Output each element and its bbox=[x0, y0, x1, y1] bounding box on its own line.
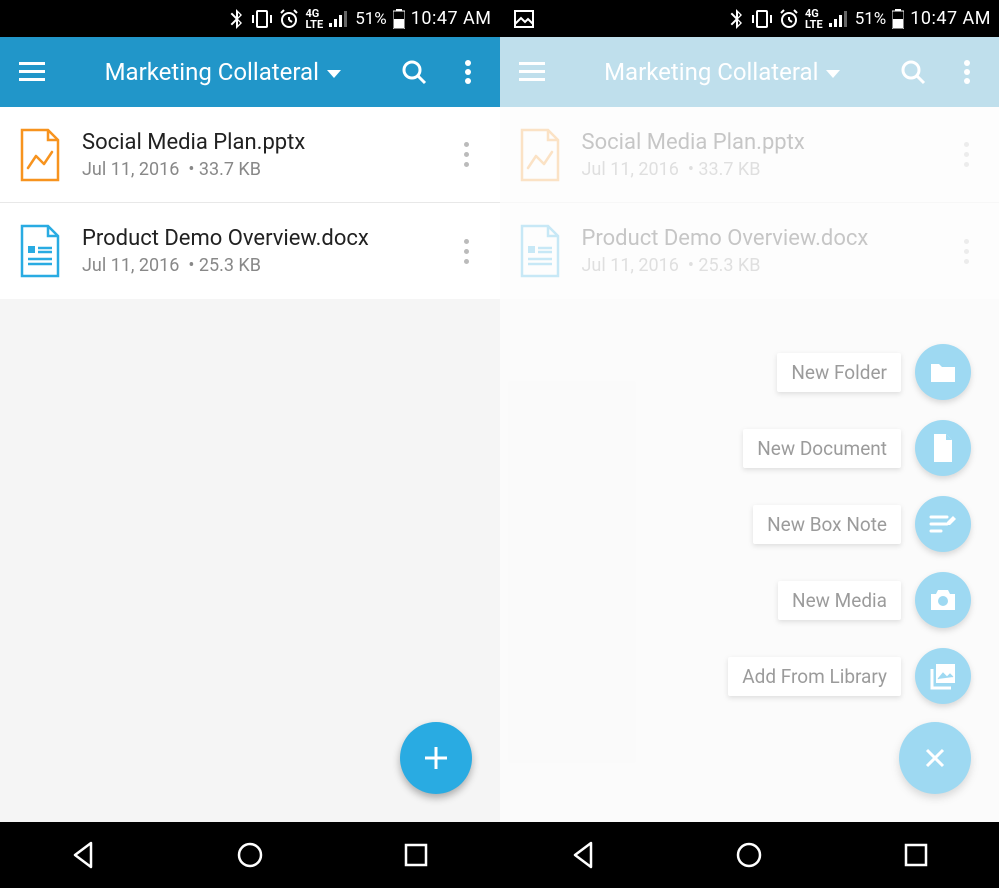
docx-file-icon bbox=[518, 224, 562, 278]
file-row[interactable]: Product Demo Overview.docx Jul 11, 2016 … bbox=[500, 203, 999, 299]
phone-right: 4GLTE 51% 10:47 AM Marketing Collateral bbox=[500, 0, 999, 888]
nav-recent-icon[interactable] bbox=[886, 835, 946, 875]
android-nav-bar bbox=[500, 822, 999, 888]
file-name: Social Media Plan.pptx bbox=[582, 130, 932, 155]
file-name: Product Demo Overview.docx bbox=[82, 226, 432, 251]
vibrate-icon bbox=[251, 10, 273, 28]
fab-item-new-box-note[interactable]: New Box Note bbox=[753, 496, 971, 552]
file-meta: Social Media Plan.pptx Jul 11, 2016 • 33… bbox=[582, 130, 932, 180]
file-row[interactable]: Social Media Plan.pptx Jul 11, 2016 • 33… bbox=[500, 107, 999, 203]
bluetooth-icon bbox=[729, 9, 745, 29]
network-4g-lte-icon: 4GLTE bbox=[805, 8, 823, 30]
alarm-icon bbox=[279, 9, 299, 29]
signal-icon bbox=[829, 11, 849, 27]
folder-icon bbox=[915, 344, 971, 400]
chevron-down-icon bbox=[327, 70, 341, 78]
network-4g-lte-icon: 4GLTE bbox=[305, 8, 323, 30]
camera-icon bbox=[915, 572, 971, 628]
vibrate-icon bbox=[751, 10, 773, 28]
pptx-file-icon bbox=[518, 128, 562, 182]
folder-title-dropdown[interactable]: Marketing Collateral bbox=[64, 58, 382, 86]
chevron-down-icon bbox=[826, 70, 840, 78]
file-list: Social Media Plan.pptx Jul 11, 2016 • 33… bbox=[500, 107, 999, 299]
battery-icon bbox=[892, 9, 904, 29]
file-sub: Jul 11, 2016 • 33.7 KB bbox=[582, 159, 932, 180]
file-sub: Jul 11, 2016 • 33.7 KB bbox=[82, 159, 432, 180]
nav-back-icon[interactable] bbox=[53, 835, 113, 875]
status-time: 10:47 AM bbox=[910, 8, 991, 29]
library-icon bbox=[915, 648, 971, 704]
bluetooth-icon bbox=[229, 9, 245, 29]
file-meta: Social Media Plan.pptx Jul 11, 2016 • 33… bbox=[82, 130, 432, 180]
image-notification-icon bbox=[514, 10, 534, 28]
file-overflow-icon[interactable] bbox=[951, 239, 981, 264]
file-list: Social Media Plan.pptx Jul 11, 2016 • 33… bbox=[0, 107, 500, 299]
file-overflow-icon[interactable] bbox=[951, 142, 981, 167]
fab-label: Add From Library bbox=[728, 657, 901, 696]
hamburger-menu-icon[interactable] bbox=[510, 50, 554, 94]
file-meta: Product Demo Overview.docx Jul 11, 2016 … bbox=[582, 226, 932, 276]
folder-title-text: Marketing Collateral bbox=[604, 58, 818, 86]
fab-add-button[interactable] bbox=[400, 722, 472, 794]
overflow-menu-icon[interactable] bbox=[945, 50, 989, 94]
fab-speed-dial: New Folder New Document New Box Note New… bbox=[728, 344, 971, 704]
nav-home-icon[interactable] bbox=[719, 835, 779, 875]
phone-left: 4GLTE 51% 10:47 AM Marketing Collateral bbox=[0, 0, 500, 888]
fab-label: New Document bbox=[743, 429, 901, 468]
content-area: New Folder New Document New Box Note New… bbox=[500, 299, 999, 822]
side-by-side-screenshots: 4GLTE 51% 10:47 AM Marketing Collateral bbox=[0, 0, 999, 888]
nav-back-icon[interactable] bbox=[553, 835, 613, 875]
nav-recent-icon[interactable] bbox=[386, 835, 446, 875]
nav-home-icon[interactable] bbox=[220, 835, 280, 875]
fab-close-button[interactable] bbox=[899, 722, 971, 794]
app-bar: Marketing Collateral bbox=[0, 37, 500, 107]
folder-title-text: Marketing Collateral bbox=[105, 58, 319, 86]
battery-percent: 51% bbox=[355, 9, 387, 29]
pptx-file-icon bbox=[18, 128, 62, 182]
overflow-menu-icon[interactable] bbox=[446, 50, 490, 94]
battery-percent: 51% bbox=[855, 9, 887, 29]
fab-label: New Folder bbox=[777, 353, 901, 392]
app-bar: Marketing Collateral bbox=[500, 37, 999, 107]
fab-item-new-folder[interactable]: New Folder bbox=[777, 344, 971, 400]
file-sub: Jul 11, 2016 • 25.3 KB bbox=[82, 255, 432, 276]
fab-item-add-from-library[interactable]: Add From Library bbox=[728, 648, 971, 704]
fab-item-new-document[interactable]: New Document bbox=[743, 420, 971, 476]
android-nav-bar bbox=[0, 822, 500, 888]
file-name: Product Demo Overview.docx bbox=[582, 226, 932, 251]
content-area bbox=[0, 299, 500, 822]
file-row[interactable]: Social Media Plan.pptx Jul 11, 2016 • 33… bbox=[0, 107, 500, 203]
file-overflow-icon[interactable] bbox=[452, 239, 482, 264]
note-icon bbox=[915, 496, 971, 552]
alarm-icon bbox=[779, 9, 799, 29]
hamburger-menu-icon[interactable] bbox=[10, 50, 54, 94]
fab-item-new-media[interactable]: New Media bbox=[778, 572, 971, 628]
file-meta: Product Demo Overview.docx Jul 11, 2016 … bbox=[82, 226, 432, 276]
fab-label: New Box Note bbox=[753, 505, 901, 544]
status-bar: 4GLTE 51% 10:47 AM bbox=[0, 0, 500, 37]
battery-icon bbox=[393, 9, 405, 29]
status-bar: 4GLTE 51% 10:47 AM bbox=[500, 0, 999, 37]
signal-icon bbox=[329, 11, 349, 27]
folder-title-dropdown[interactable]: Marketing Collateral bbox=[564, 58, 882, 86]
fab-label: New Media bbox=[778, 581, 901, 620]
search-icon[interactable] bbox=[392, 50, 436, 94]
document-icon bbox=[915, 420, 971, 476]
file-overflow-icon[interactable] bbox=[452, 142, 482, 167]
status-time: 10:47 AM bbox=[411, 8, 492, 29]
file-sub: Jul 11, 2016 • 25.3 KB bbox=[582, 255, 932, 276]
search-icon[interactable] bbox=[891, 50, 935, 94]
docx-file-icon bbox=[18, 224, 62, 278]
file-name: Social Media Plan.pptx bbox=[82, 130, 432, 155]
file-row[interactable]: Product Demo Overview.docx Jul 11, 2016 … bbox=[0, 203, 500, 299]
